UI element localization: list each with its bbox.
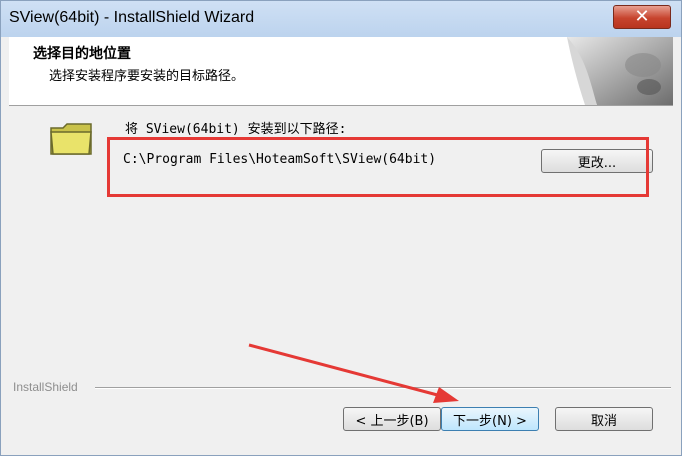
annotation-arrow bbox=[248, 343, 459, 403]
installer-window: SView(64bit) - InstallShield Wizard ✕ 选择… bbox=[0, 0, 682, 456]
